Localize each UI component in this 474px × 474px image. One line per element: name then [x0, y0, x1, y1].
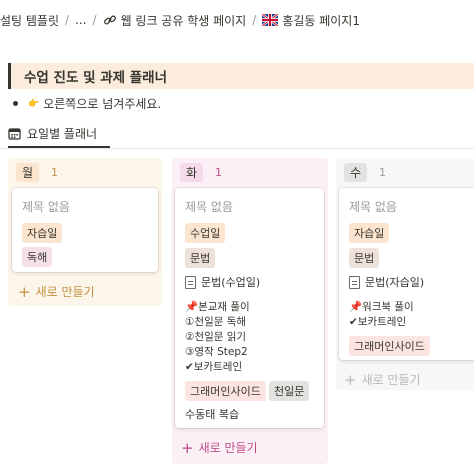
column-count: 1	[215, 166, 223, 179]
column-name[interactable]: 수	[344, 163, 368, 182]
column-count: 1	[379, 166, 387, 179]
callout-bar	[8, 63, 11, 89]
view-divider	[0, 148, 474, 149]
breadcrumb-item-template[interactable]: 설팅 템플릿	[0, 12, 59, 29]
breadcrumb-item-shared-page[interactable]: 웹 링크 공유 학생 페이지	[103, 12, 247, 29]
tag-cheonilmun: 천일문	[269, 381, 310, 401]
plus-icon: +	[18, 282, 31, 301]
card-title: 제목 없음	[22, 200, 70, 214]
column-header: 수 1	[344, 163, 386, 182]
board-card[interactable]: 제목 없음 수업일 문법 문법(수업일) 📌본교재 풀이 ①천일문 독해 ②천일…	[175, 188, 324, 428]
linked-page-title: 문법(자습일)	[365, 276, 425, 289]
breadcrumb-separator: /	[92, 13, 97, 27]
new-card-button[interactable]: + 새로 만들기	[181, 439, 258, 456]
board-column-wednesday: 수 1 제목 없음 자습일 문법 문법(자습일) 📌워크북 풀이 ✔보카트레인 …	[336, 158, 474, 390]
card-title: 제목 없음	[349, 200, 397, 214]
tag-grammar-inside: 그래머인사이드	[185, 381, 266, 401]
card-text-line: 📌워크북 풀이	[349, 301, 414, 313]
plus-icon: +	[344, 370, 357, 389]
card-footer-text: 수동태 복습	[185, 408, 240, 421]
board-column-tuesday: 화 1 제목 없음 수업일 문법 문법(수업일) 📌본교재 풀이 ①천일문 독해…	[172, 158, 328, 464]
column-name[interactable]: 화	[180, 163, 204, 182]
tag-grammar: 문법	[185, 248, 216, 268]
callout-heading: 수업 진도 및 과제 플래너	[8, 63, 474, 89]
board-card[interactable]: 제목 없음 자습일 독해	[12, 188, 158, 272]
breadcrumb-label: ...	[75, 13, 87, 27]
breadcrumb: 설팅 템플릿 / ... / 웹 링크 공유 학생 페이지 / 홍길동 페이지1	[0, 0, 474, 40]
breadcrumb-separator: /	[65, 13, 70, 27]
tag-reading: 독해	[22, 247, 53, 267]
board-column-monday: 월 1 제목 없음 자습일 독해 + 새로 만들기	[8, 158, 162, 306]
bullet-text: 오른쪽으로 넘겨주세요.	[43, 97, 162, 111]
card-text-line: ✔보카트레인	[349, 316, 407, 328]
new-card-label: 새로 만들기	[361, 373, 421, 387]
card-title: 제목 없음	[185, 200, 233, 214]
column-header: 화 1	[180, 163, 222, 182]
page-icon	[349, 275, 360, 289]
card-text-line: ✔보카트레인	[185, 361, 243, 373]
card-text-line: ②천일문 읽기	[185, 331, 247, 343]
tag-class-day: 수업일	[185, 223, 226, 243]
breadcrumb-item-current-page[interactable]: 홍길동 페이지1	[262, 12, 360, 29]
card-text-line: ①천일문 독해	[185, 316, 247, 328]
linked-page-title: 문법(수업일)	[201, 276, 261, 289]
tab-weekday-planner[interactable]: 요일별 플래너	[8, 120, 97, 146]
column-header: 월 1	[16, 163, 58, 182]
tag-self-study: 자습일	[349, 223, 390, 243]
breadcrumb-label: 웹 링크 공유 학생 페이지	[120, 13, 247, 28]
tab-label: 요일별 플래너	[27, 126, 98, 141]
linked-page[interactable]: 문법(수업일)	[185, 274, 260, 290]
tag-grammar: 문법	[349, 248, 380, 268]
callout-title: 수업 진도 및 과제 플래너	[24, 70, 167, 86]
column-name[interactable]: 월	[16, 163, 40, 182]
new-card-button[interactable]: + 새로 만들기	[344, 371, 421, 388]
link-icon	[103, 15, 116, 25]
board-card[interactable]: 제목 없음 자습일 문법 문법(자습일) 📌워크북 풀이 ✔보카트레인 그래머인…	[339, 188, 474, 360]
plus-icon: +	[181, 438, 194, 457]
breadcrumb-label: 홍길동 페이지1	[282, 13, 360, 28]
linked-page[interactable]: 문법(자습일)	[349, 274, 424, 290]
new-card-label: 새로 만들기	[198, 441, 258, 455]
hand-icon: 👉	[28, 98, 40, 109]
card-text-line: 📌본교재 풀이	[185, 301, 250, 313]
calendar-icon	[8, 127, 21, 140]
column-count: 1	[51, 166, 59, 179]
bullet-item: 👉 오른쪽으로 넘겨주세요.	[8, 95, 161, 112]
bullet-dot	[13, 101, 18, 106]
new-card-button[interactable]: + 새로 만들기	[18, 283, 95, 300]
breadcrumb-label: 설팅 템플릿	[0, 13, 60, 28]
page-icon	[185, 275, 196, 289]
new-card-label: 새로 만들기	[35, 285, 95, 299]
breadcrumb-separator: /	[252, 13, 257, 27]
tag-self-study: 자습일	[22, 223, 63, 243]
tag-grammar-inside: 그래머인사이드	[349, 336, 430, 356]
breadcrumb-item-ellipsis[interactable]: ...	[75, 13, 86, 27]
card-text-line: ③영작 Step2	[185, 346, 248, 358]
uk-flag-icon	[262, 14, 279, 26]
